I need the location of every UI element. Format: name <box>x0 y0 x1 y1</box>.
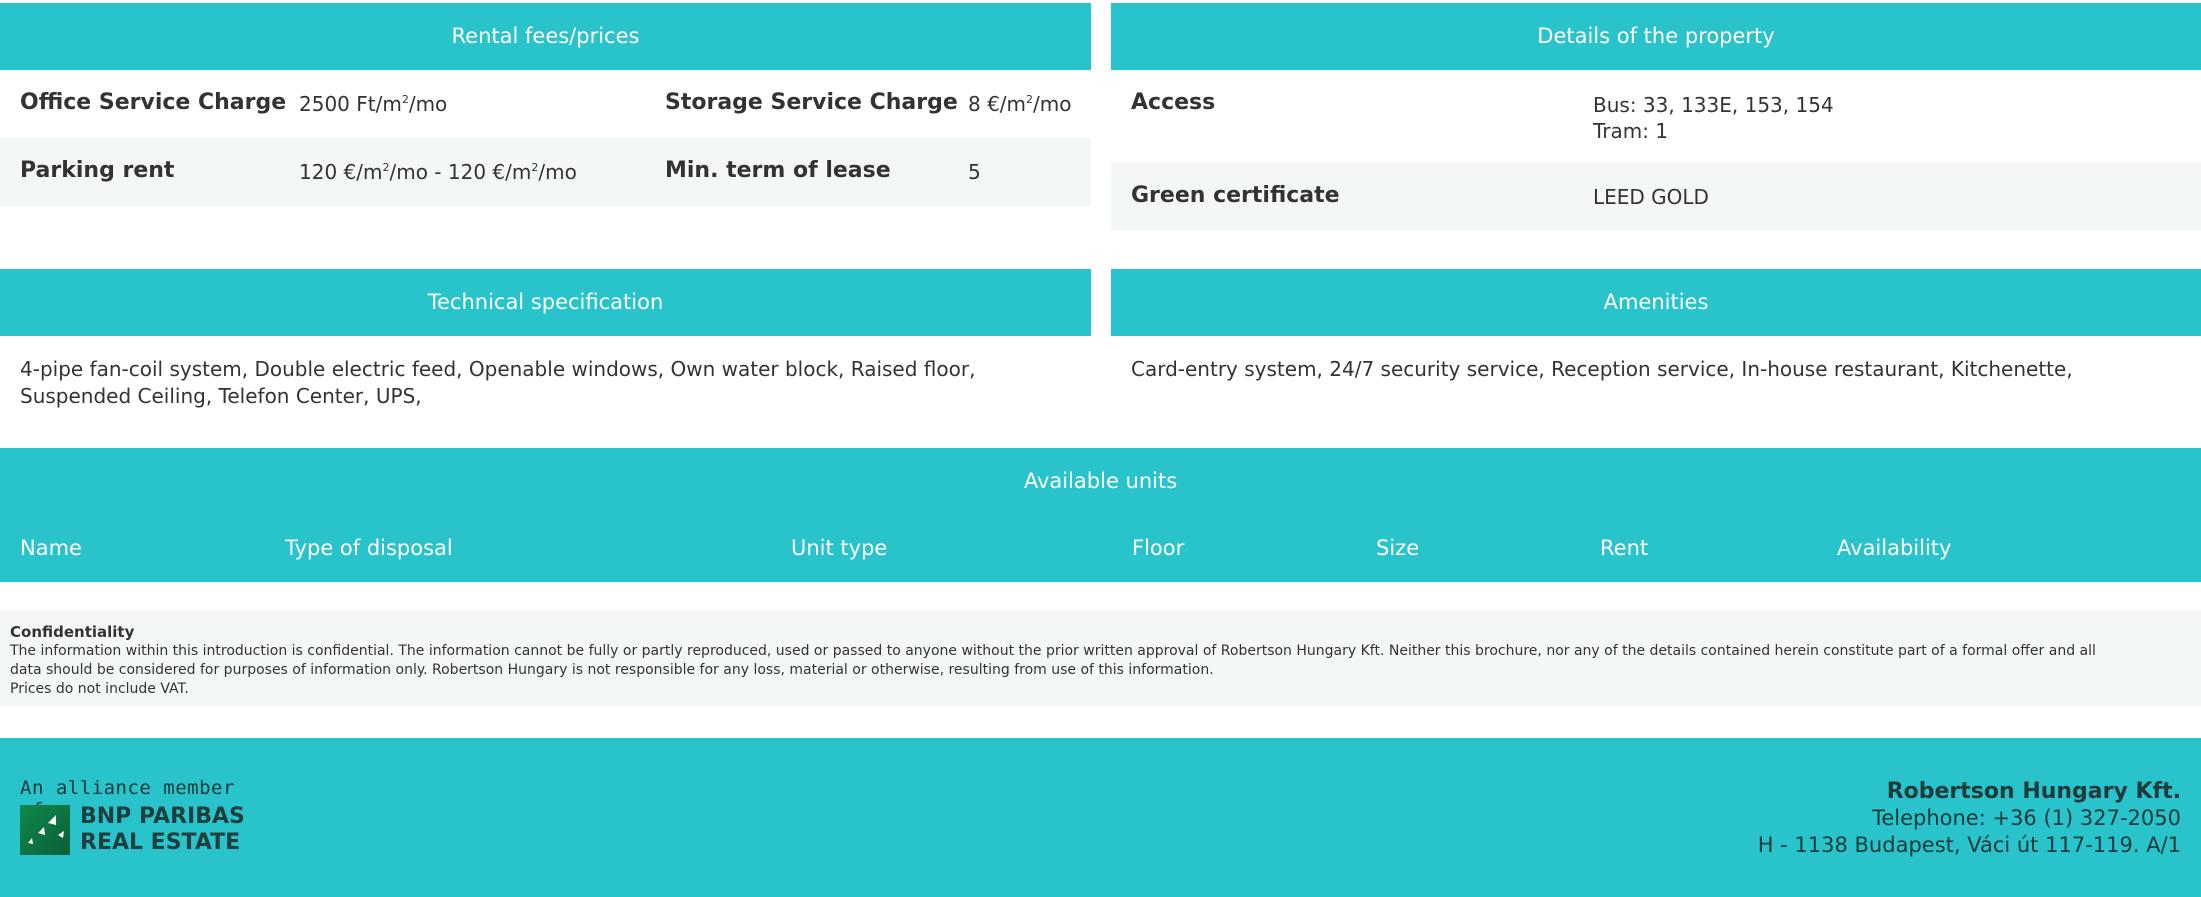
technical-spec-text: 4-pipe fan-coil system, Double electric … <box>20 357 976 408</box>
confidentiality-title: Confidentiality <box>10 623 135 641</box>
green-certificate-row: Green certificate LEED GOLD <box>1111 163 2201 230</box>
technical-spec-header: Technical specification <box>0 269 1091 336</box>
rental-row-1: Office Service Charge 2500 Ft/m2/mo Stor… <box>0 70 1091 138</box>
rental-row-2: Parking rent 120 €/m2/mo - 120 €/m2/mo M… <box>0 138 1091 206</box>
green-certificate-value: LEED GOLD <box>1593 185 1709 209</box>
available-units-title: Available units <box>1023 469 1178 493</box>
office-service-charge-label: Office Service Charge <box>20 90 287 115</box>
storage-service-charge-value: 8 €/m2/mo <box>968 92 1072 116</box>
property-details-header: Details of the property <box>1111 3 2201 70</box>
access-value: Bus: 33, 133E, 153, 154 Tram: 1 <box>1593 92 1834 144</box>
company-address: H - 1138 Budapest, Váci út 117-119. A/1 <box>1757 833 2181 857</box>
logo-line-real-estate: REAL ESTATE <box>80 830 241 855</box>
parking-rent-value: 120 €/m2/mo - 120 €/m2/mo <box>299 160 577 184</box>
col-rent[interactable]: Rent <box>1600 515 1648 582</box>
office-service-charge-value: 2500 Ft/m2/mo <box>299 92 448 116</box>
bnp-stars-icon <box>20 805 70 855</box>
confidentiality-box: Confidentiality The information within t… <box>0 611 2201 707</box>
company-telephone: Telephone: +36 (1) 327-2050 <box>1872 806 2181 830</box>
col-name[interactable]: Name <box>20 515 82 582</box>
col-floor[interactable]: Floor <box>1132 515 1184 582</box>
min-term-label: Min. term of lease <box>665 158 891 183</box>
green-certificate-label: Green certificate <box>1131 183 1340 208</box>
col-availability[interactable]: Availability <box>1837 515 1951 582</box>
company-contact: Robertson Hungary Kft. Telephone: +36 (1… <box>1758 778 2181 859</box>
parking-rent-label: Parking rent <box>20 158 175 183</box>
rental-fees-header: Rental fees/prices <box>0 3 1091 70</box>
footer: An alliance member of BNP PARIBAS REAL E… <box>0 738 2201 897</box>
amenities-text: Card-entry system, 24/7 security service… <box>1131 357 2073 381</box>
min-term-value: 5 <box>968 160 981 184</box>
storage-service-charge-label: Storage Service Charge <box>665 90 958 115</box>
col-type-of-disposal[interactable]: Type of disposal <box>285 515 453 582</box>
access-tram: Tram: 1 <box>1593 119 1669 143</box>
col-unit-type[interactable]: Unit type <box>791 515 887 582</box>
available-units-table: Available units Name Type of disposal Un… <box>0 448 2201 582</box>
access-bus: Bus: 33, 133E, 153, 154 <box>1593 93 1834 117</box>
logo-line-bnp: BNP PARIBAS <box>80 804 245 829</box>
amenities-header: Amenities <box>1111 269 2201 336</box>
bnp-paribas-logo: An alliance member of BNP PARIBAS REAL E… <box>20 777 260 857</box>
confidentiality-text: The information within this introduction… <box>10 643 2096 697</box>
access-label: Access <box>1131 90 1216 115</box>
units-header-row: Name Type of disposal Unit type Floor Si… <box>0 515 2201 582</box>
col-size[interactable]: Size <box>1376 515 1419 582</box>
access-row: Access Bus: 33, 133E, 153, 154 Tram: 1 <box>1111 70 2201 163</box>
company-name: Robertson Hungary Kft. <box>1886 779 2181 804</box>
